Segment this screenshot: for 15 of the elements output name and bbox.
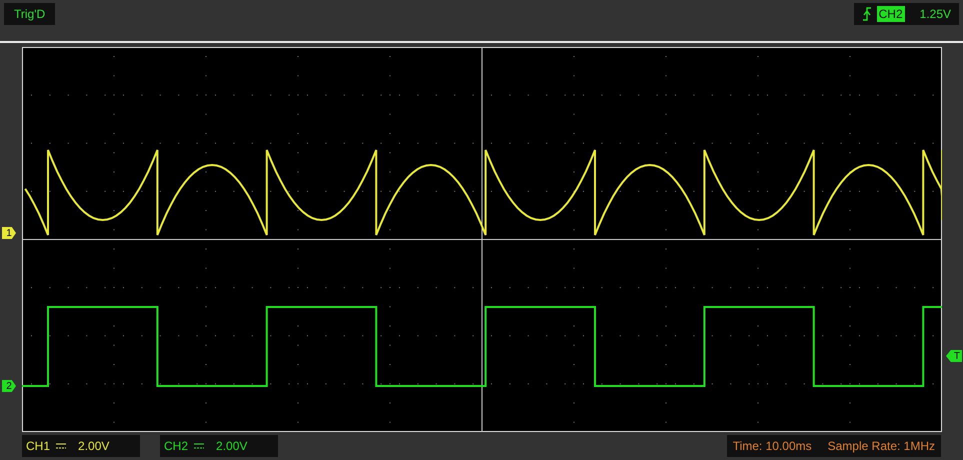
channel-scale: 2.00V — [216, 439, 248, 453]
trigger-status: Trig'D — [4, 3, 56, 25]
channel-marker[interactable]: 1 — [2, 227, 16, 239]
channel-scale: 2.00V — [78, 439, 110, 453]
channel-label: CH1 — [26, 439, 50, 453]
timebase: Time: 10.00ms — [732, 439, 812, 453]
channel-label: CH2 — [164, 439, 188, 453]
trigger-level: 1.25V — [920, 7, 951, 21]
rising-edge-icon — [862, 5, 872, 23]
trigger-source: CH2 — [876, 6, 905, 22]
channel-marker[interactable]: 2 — [2, 380, 16, 392]
dc-coupling-icon — [56, 443, 66, 449]
dc-coupling-icon — [194, 443, 204, 449]
sample-rate: Sample Rate: 1MHz — [828, 439, 935, 453]
trigger-marker[interactable]: T — [946, 350, 962, 362]
